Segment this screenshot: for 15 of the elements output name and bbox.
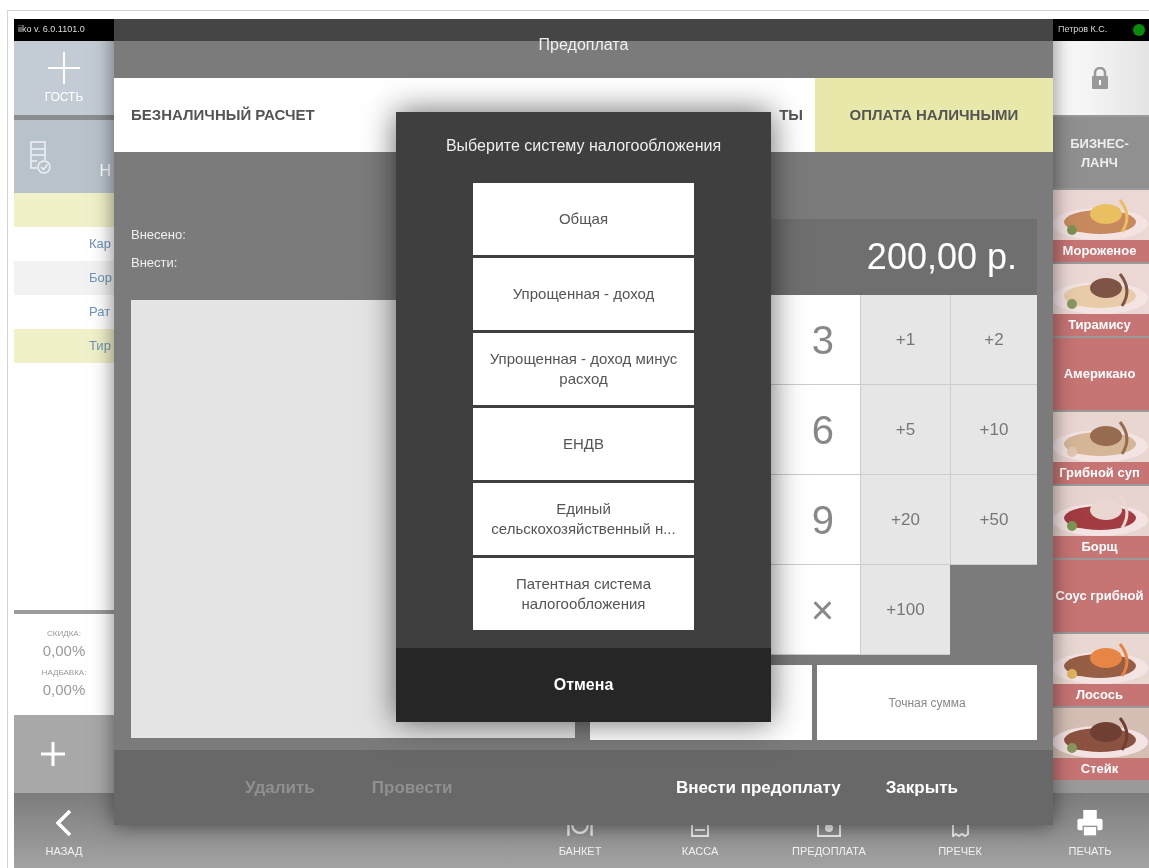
user-name: Петров К.С. [1058,23,1108,37]
amount-value: 200,00 р. [866,235,1017,279]
order-item-name: Кар [89,235,112,254]
paid-label: Внесено: [131,226,187,244]
order-item-name: Тир [89,337,111,356]
dialog-title: Выберите систему налогообложения [445,136,722,156]
order-item-name: Рат [89,303,111,322]
discount-label: СКИДКА: [47,628,81,640]
due-label: Внести: [131,254,179,272]
dialog-title: Предоплата [538,35,629,55]
markup-label: НАДБАВКА: [41,666,87,679]
markup-value: 0,00% [42,679,86,700]
discount-value: 0,00% [42,641,86,661]
order-item-name: Бор [89,269,112,288]
version-label: iiko v. 6.0.1101.0 [18,23,85,37]
